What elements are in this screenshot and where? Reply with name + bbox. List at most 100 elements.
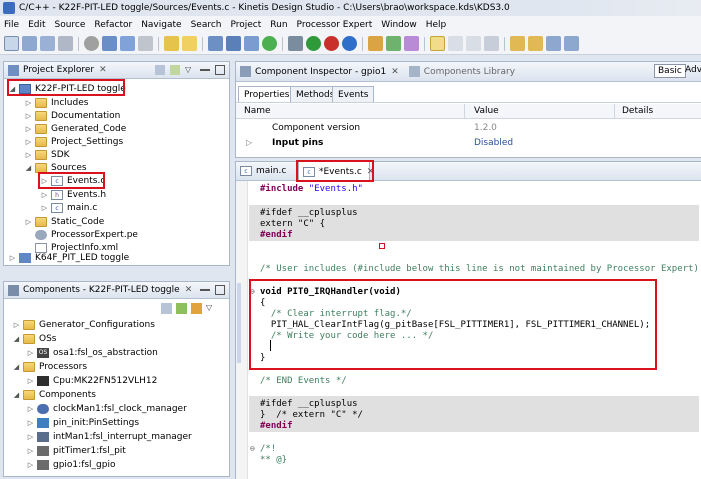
tree-item-events-h[interactable]: ▷ h Events.h [40,188,106,201]
column-name[interactable]: Name [244,106,271,116]
next-annotation-icon[interactable] [510,36,525,51]
menu-project[interactable]: Project [230,20,261,30]
expand-arrow-icon[interactable]: ◢ [12,363,21,371]
debug-config-icon[interactable] [120,36,135,51]
view-menu-icon[interactable]: ▽ [185,65,195,75]
tree-item-components[interactable]: ◢ Components [12,388,96,401]
collapse-all-icon[interactable] [155,65,165,75]
menu-processor-expert[interactable]: Processor Expert [297,20,373,30]
tree-item-cpu[interactable]: ▷ Cpu:MK22FN512VLH12 [26,374,157,387]
prev-annotation-icon[interactable] [528,36,543,51]
menu-file[interactable]: File [4,20,19,30]
pen-icon[interactable] [404,36,419,51]
collapsed-arrow-icon[interactable]: ▷ [26,349,35,357]
menu-refactor[interactable]: Refactor [94,20,132,30]
collapsed-arrow-icon[interactable]: ▷ [26,461,35,469]
run-icon[interactable] [306,36,321,51]
highlight-icon[interactable] [182,36,197,51]
search-icon[interactable] [386,36,401,51]
save-all-icon[interactable] [40,36,55,51]
tree-item-includes[interactable]: ▷ Includes [24,96,88,109]
inspector-title[interactable]: Component Inspector - gpio1 [255,67,386,77]
collapsed-arrow-icon[interactable]: ▷ [12,321,21,329]
code-line[interactable]: #endif [260,230,293,242]
code-line[interactable]: /* User includes (#include below this li… [260,264,701,276]
close-icon[interactable]: ✕ [99,65,107,75]
column-details[interactable]: Details [622,106,653,116]
code-line[interactable]: /* END Events */ [260,376,347,388]
paragraph-icon[interactable] [484,36,499,51]
menu-window[interactable]: Window [381,20,417,30]
collapsed-arrow-icon[interactable]: ▷ [24,138,33,146]
expand-arrow-icon[interactable]: ◢ [24,164,33,172]
collapsed-arrow-icon[interactable]: ▷ [24,99,33,107]
wand-icon[interactable] [164,36,179,51]
minimize-icon[interactable] [200,289,210,295]
tree-item-processors[interactable]: ◢ Processors [12,360,87,373]
basic-button[interactable]: Basic [654,64,686,78]
close-icon[interactable]: ✕ [185,285,193,295]
collapsed-arrow-icon[interactable]: ▷ [26,377,35,385]
collapsed-arrow-icon[interactable]: ▷ [40,204,49,212]
back-icon[interactable] [546,36,561,51]
tab-properties[interactable]: Properties [238,86,296,102]
tree-item-generated-code[interactable]: ▷ Generated_Code [24,122,126,135]
tree-item-gpio1[interactable]: ▷ gpio1:fsl_gpio [26,458,115,471]
external-tools-icon[interactable] [342,36,357,51]
expand-arrow-icon[interactable]: ◢ [12,335,21,343]
minimize-icon[interactable] [200,69,210,75]
tree-item-pittimer1[interactable]: ▷ pitTimer1:fsl_pit [26,444,126,457]
tab-events[interactable]: Events [332,86,375,102]
view-menu-icon[interactable]: ▽ [206,303,217,314]
save-icon[interactable] [22,36,37,51]
collapsed-arrow-icon[interactable]: ▷ [24,125,33,133]
collapsed-arrow-icon[interactable]: ▷ [24,218,33,226]
tree-item-pin-init[interactable]: ▷ pin_init:PinSettings [26,416,139,429]
tree-item-static-code[interactable]: ▷ Static_Code [24,215,104,228]
gear-icon[interactable] [84,36,99,51]
tool-icon[interactable] [138,36,153,51]
tree-item-documentation[interactable]: ▷ Documentation [24,109,120,122]
tree-item-generator-configurations[interactable]: ▷ Generator_Configurations [12,318,155,331]
run-last-icon[interactable] [262,36,277,51]
tree-item-processor-expert-pe[interactable]: ProcessorExpert.pe [24,228,138,241]
build-icon[interactable] [102,36,117,51]
tree-item-intman1[interactable]: ▷ intMan1:fsl_interrupt_manager [26,430,192,443]
debug-icon[interactable] [288,36,303,51]
menu-help[interactable]: Help [426,20,447,30]
menu-edit[interactable]: Edit [28,20,45,30]
code-line[interactable]: #endif [260,421,293,433]
maximize-icon[interactable] [215,65,225,75]
stop-icon[interactable] [324,36,339,51]
collapsed-arrow-icon[interactable]: ▷ [24,112,33,120]
tree-item-project-settings[interactable]: ▷ Project_Settings [24,135,123,148]
new-icon[interactable] [4,36,19,51]
collapsed-arrow-icon[interactable]: ▷ [26,447,35,455]
maximize-icon[interactable] [215,285,225,295]
open-folder-icon[interactable] [368,36,383,51]
menu-source[interactable]: Source [55,20,86,30]
new-header-icon[interactable] [244,36,259,51]
new-file-icon[interactable] [226,36,241,51]
close-icon[interactable]: ✕ [391,67,399,77]
collapsed-arrow-icon[interactable]: ▷ [8,254,17,262]
expand-arrow-icon[interactable]: ▷ [246,138,252,147]
code-line[interactable]: ** @} [260,455,287,467]
forward-icon[interactable] [564,36,579,51]
tree-item-clockman1[interactable]: ▷ clockMan1:fsl_clock_manager [26,402,187,415]
print-icon[interactable] [58,36,73,51]
tree-item-k64f-project[interactable]: ▷ K64F_PIT_LED toggle [8,253,129,263]
toggle-mark-icon[interactable] [430,36,445,51]
collapsed-arrow-icon[interactable]: ▷ [40,191,49,199]
collapsed-arrow-icon[interactable]: ▷ [24,151,33,159]
block-select-icon[interactable] [466,36,481,51]
filter-icon[interactable] [176,303,187,314]
collapse-all-icon[interactable] [161,303,172,314]
tree-item-oss[interactable]: ◢ OSs [12,332,57,345]
menu-search[interactable]: Search [191,20,222,30]
expand-arrow-icon[interactable]: ◢ [12,391,21,399]
menu-navigate[interactable]: Navigate [141,20,181,30]
code-line[interactable]: #include "Events.h" [260,184,363,196]
editor-tab-main-c[interactable]: c main.c [240,164,286,177]
advanced-button[interactable]: Adv [685,65,701,75]
